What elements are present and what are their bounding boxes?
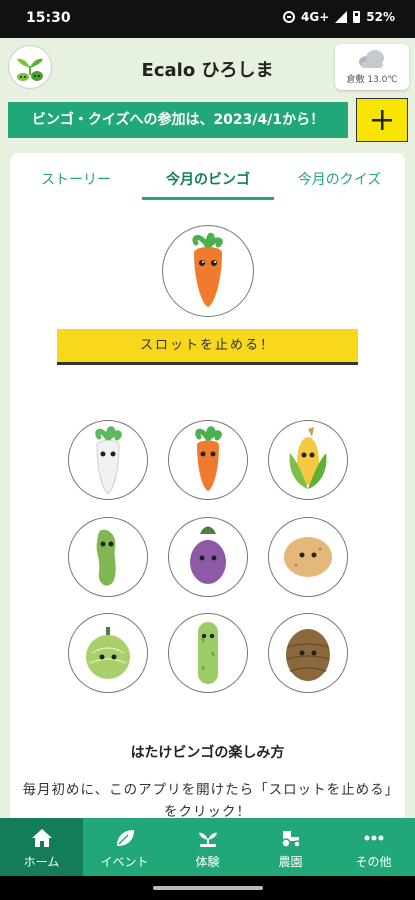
bingo-cell-potato: [268, 517, 348, 597]
bingo-cell-cucumber: [168, 613, 248, 693]
status-bar: 15:30 4G+ 52%: [0, 0, 415, 38]
home-gesture-bar[interactable]: [153, 886, 263, 890]
nav-farm-label: 農園: [278, 855, 303, 869]
signal-icon: [335, 11, 348, 23]
network-type: 4G+: [301, 10, 330, 24]
home-icon: [31, 829, 52, 847]
more-icon: [364, 835, 383, 841]
melon-icon: [86, 627, 130, 679]
tab-story[interactable]: ストーリー: [10, 161, 142, 203]
weather-text: 倉敷 13.0℃: [346, 75, 398, 85]
do-not-disturb-icon: [283, 11, 295, 23]
nav-home[interactable]: ホーム: [0, 818, 83, 876]
weather-widget[interactable]: 倉敷 13.0℃: [335, 44, 409, 90]
active-tab-indicator: [142, 197, 274, 200]
nav-more[interactable]: その他: [332, 818, 415, 876]
system-gesture-area: [0, 876, 415, 900]
potato-icon: [284, 537, 332, 577]
stop-slot-button[interactable]: スロットを止める！: [57, 329, 358, 365]
corn-icon: [289, 427, 327, 489]
participation-banner: ビンゴ・クイズへの参加は、2023/4/1から！: [8, 102, 348, 138]
app-header: Ecalo ひろしま 倉敷 13.0℃: [0, 38, 415, 96]
add-button[interactable]: [356, 98, 408, 142]
cucumber-icon: [198, 622, 218, 684]
tab-monthly-quiz[interactable]: 今月のクイズ: [274, 161, 405, 203]
bingo-cell-eggplant: [168, 517, 248, 597]
nav-experience-label: 体験: [195, 855, 220, 869]
cloud-icon: [359, 50, 384, 68]
nav-events[interactable]: イベント: [83, 818, 166, 876]
tractor-icon: [280, 831, 301, 848]
battery-percent: 52%: [366, 10, 395, 24]
nav-events-label: イベント: [100, 855, 149, 869]
status-icons: 4G+ 52%: [283, 10, 395, 24]
bingo-cell-taro: [268, 613, 348, 693]
bingo-cell-carrot: [168, 420, 248, 500]
slot-vegetable: [162, 225, 254, 317]
leaf-icon: [116, 830, 134, 846]
sprout-icon: [198, 832, 217, 847]
status-time: 15:30: [26, 10, 71, 26]
bingo-cell-corn: [268, 420, 348, 500]
how-to-title: はたけビンゴの楽しみ方: [130, 745, 285, 761]
carrot-icon: [192, 232, 223, 307]
edamame-icon: [96, 529, 116, 586]
bingo-cell-radish: [68, 420, 148, 500]
bingo-cell-edamame: [68, 517, 148, 597]
nav-home-label: ホーム: [23, 855, 60, 869]
nav-more-label: その他: [355, 855, 392, 869]
plus-icon: [372, 110, 392, 130]
nav-experience[interactable]: 体験: [166, 818, 249, 876]
bingo-cell-melon: [68, 613, 148, 693]
radish-icon: [95, 426, 122, 494]
nav-farm[interactable]: 農園: [249, 818, 332, 876]
battery-icon: [353, 11, 361, 23]
taro-icon: [286, 629, 330, 681]
eggplant-icon: [190, 526, 226, 584]
bingo-card: ストーリー 今月のビンゴ 今月のクイズ スロットを止める！ はたけビンゴの楽しみ…: [10, 153, 405, 818]
bottom-nav: ホーム イベント 体験 農園 その他: [0, 818, 415, 876]
how-to-text: 毎月初めに、このアプリを開けたら「スロットを止める」をクリック！: [22, 782, 393, 818]
carrot-icon: [195, 426, 222, 491]
